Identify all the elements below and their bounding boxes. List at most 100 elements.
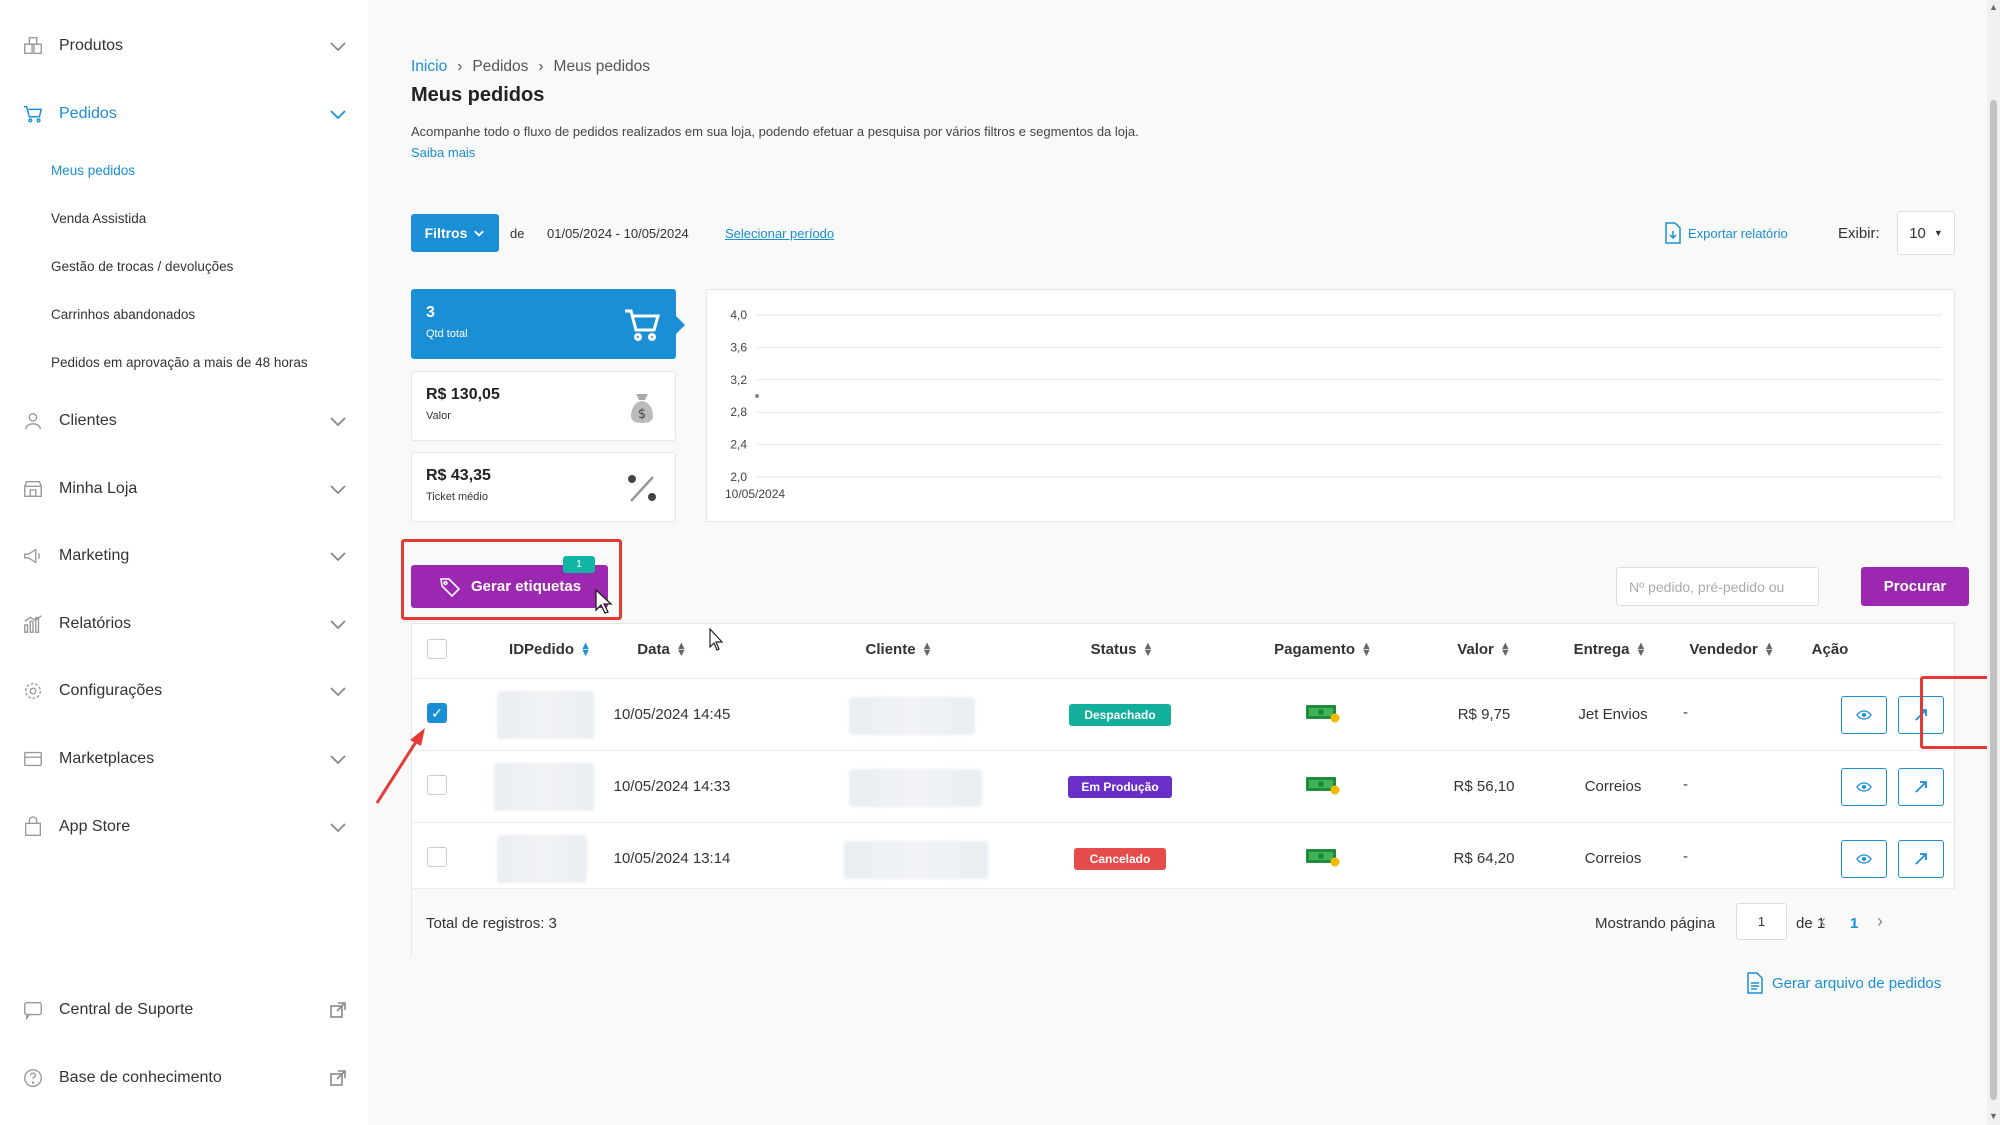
- eye-icon: [1856, 782, 1872, 792]
- breadcrumb-section[interactable]: Pedidos: [472, 58, 528, 76]
- exibir-select[interactable]: 10 ▼: [1897, 211, 1955, 255]
- sidebar-item-minha-loja[interactable]: Minha Loja: [0, 459, 368, 519]
- expand-arrow-icon: [1915, 853, 1927, 865]
- chevron-left-icon[interactable]: ‹: [1820, 911, 1826, 932]
- y-tick-label: 2,4: [730, 438, 747, 452]
- chevron-down-icon: [330, 42, 346, 52]
- vertical-scrollbar[interactable]: ▲ ▼: [1987, 0, 2000, 1125]
- stat-card-qtd[interactable]: 3 Qtd total: [411, 289, 685, 359]
- sort-icon: ▲ ▼: [675, 639, 687, 659]
- scroll-down-icon[interactable]: ▼: [1989, 1111, 1998, 1121]
- stat-value: 3: [426, 304, 435, 321]
- table-row[interactable]: ✓ 10/05/2024 14:45 Despachado R$ 9,75 Je…: [412, 678, 1956, 750]
- orders-chart: 4,0 3,6 3,2 2,8 2,4 2,0 10/05/2024: [706, 289, 1955, 522]
- stat-card-valor[interactable]: R$ 130,05 Valor $: [411, 371, 676, 441]
- exibir-value: 10: [1909, 224, 1926, 242]
- sub-item-carrinhos[interactable]: Carrinhos abandonados: [51, 307, 195, 322]
- breadcrumb-current: Meus pedidos: [553, 58, 651, 75]
- sidebar-item-app-store[interactable]: App Store: [0, 797, 368, 857]
- row-valor: R$ 9,75: [1457, 706, 1511, 723]
- header-entrega[interactable]: Entrega ▲ ▼: [1573, 640, 1647, 658]
- sidebar-item-marketplaces[interactable]: Marketplaces: [0, 729, 368, 789]
- mostrando-label: Mostrando página: [1595, 915, 1716, 932]
- breadcrumb-home[interactable]: Inicio: [411, 58, 447, 76]
- sidebar-item-pedidos[interactable]: Pedidos: [0, 84, 368, 144]
- filtros-button[interactable]: Filtros: [411, 214, 499, 252]
- stat-caption: Ticket médio: [426, 491, 488, 503]
- blurred-id: [497, 835, 587, 883]
- eye-icon: [1856, 710, 1872, 720]
- breadcrumb-separator: ›: [457, 58, 463, 75]
- header-pagamento[interactable]: Pagamento ▲ ▼: [1274, 640, 1372, 658]
- sub-item-aprovacao[interactable]: Pedidos em aprovação a mais de 48 horas: [51, 355, 308, 370]
- sidebar-item-label: Clientes: [59, 412, 117, 429]
- user-icon: [22, 410, 44, 432]
- external-link-icon: [330, 1070, 346, 1086]
- sidebar-item-produtos[interactable]: Produtos: [0, 16, 368, 76]
- row-checkbox[interactable]: [427, 775, 447, 795]
- sub-item-meus-pedidos[interactable]: Meus pedidos: [51, 163, 135, 178]
- table-row[interactable]: 10/05/2024 14:33 Em Produção R$ 56,10 Co…: [412, 750, 1956, 822]
- gerar-arquivo-button[interactable]: Gerar arquivo de pedidos: [1746, 972, 1941, 994]
- chevron-down-icon: [330, 620, 346, 630]
- sidebar-item-configuracoes[interactable]: Configurações: [0, 661, 368, 721]
- view-button[interactable]: [1841, 768, 1887, 806]
- current-page[interactable]: 1: [1850, 915, 1858, 932]
- view-button[interactable]: [1841, 840, 1887, 878]
- expand-arrow-icon: [1915, 781, 1927, 793]
- sidebar-item-label: Central de Suporte: [59, 1001, 194, 1018]
- header-label: Entrega: [1573, 641, 1630, 658]
- search-input[interactable]: Nº pedido, pré-pedido ou: [1616, 567, 1819, 606]
- header-valor[interactable]: Valor ▲ ▼: [1457, 640, 1511, 658]
- header-vendedor[interactable]: Vendedor ▲ ▼: [1689, 639, 1775, 659]
- header-data[interactable]: Data ▲ ▼: [637, 639, 687, 659]
- page-input[interactable]: 1: [1736, 903, 1787, 940]
- header-cliente[interactable]: Cliente ▲ ▼: [866, 639, 933, 659]
- stat-value: R$ 130,05: [426, 386, 500, 403]
- procurar-button[interactable]: Procurar: [1861, 567, 1969, 606]
- scrollbar-thumb[interactable]: [1990, 100, 1997, 1100]
- gerar-arquivo-label: Gerar arquivo de pedidos: [1772, 974, 1942, 992]
- sidebar-item-label: Pedidos: [59, 105, 117, 122]
- sort-icon: ▲ ▼: [921, 639, 933, 659]
- x-tick-label: 10/05/2024: [725, 487, 785, 501]
- chevron-right-icon[interactable]: ›: [1877, 911, 1883, 932]
- money-icon: [1306, 705, 1340, 723]
- chevron-down-icon: [474, 230, 485, 237]
- header-label: IDPedido: [509, 641, 575, 658]
- sidebar-item-marketing[interactable]: Marketing: [0, 526, 368, 586]
- header-status[interactable]: Status ▲ ▼: [1091, 640, 1154, 658]
- header-label: Pagamento: [1274, 641, 1355, 658]
- sidebar-item-central-suporte[interactable]: Central de Suporte: [0, 980, 368, 1040]
- row-checkbox[interactable]: [427, 847, 447, 867]
- stat-card-ticket[interactable]: R$ 43,35 Ticket médio: [411, 452, 676, 522]
- page-title: Meus pedidos: [411, 84, 545, 106]
- table-row[interactable]: 10/05/2024 13:14 Cancelado R$ 64,20 Corr…: [412, 822, 1956, 894]
- header-acao: Ação: [1812, 641, 1849, 658]
- sidebar-item-relatorios[interactable]: Relatórios: [0, 594, 368, 654]
- sort-icon: ▲ ▼: [1763, 639, 1775, 659]
- gear-icon: [22, 680, 44, 702]
- sub-item-trocas[interactable]: Gestão de trocas / devoluções: [51, 259, 233, 274]
- open-button[interactable]: [1898, 768, 1944, 806]
- sidebar-item-clientes[interactable]: Clientes: [0, 391, 368, 451]
- row-checkbox[interactable]: ✓: [427, 703, 447, 723]
- exportar-relatorio-button[interactable]: Exportar relatório: [1664, 222, 1788, 244]
- status-badge: Cancelado: [1074, 848, 1166, 870]
- file-download-icon: [1665, 222, 1681, 244]
- row-entrega: Jet Envios: [1578, 706, 1648, 723]
- sidebar: Produtos Pedidos Meus pedidos Venda Assi…: [0, 0, 368, 1125]
- sub-item-venda-assistida[interactable]: Venda Assistida: [51, 211, 146, 226]
- open-button[interactable]: [1898, 840, 1944, 878]
- selecionar-periodo-link[interactable]: Selecionar período: [725, 226, 834, 241]
- header-idpedido[interactable]: IDPedido ▲ ▼: [509, 640, 591, 658]
- header-label: Vendedor: [1689, 641, 1758, 658]
- view-button[interactable]: [1841, 696, 1887, 734]
- select-all-checkbox[interactable]: [427, 639, 447, 659]
- scroll-up-icon[interactable]: ▲: [1989, 2, 1998, 12]
- row-valor: R$ 64,20: [1453, 850, 1515, 867]
- y-tick-label: 3,6: [730, 340, 747, 354]
- sidebar-item-base-conhecimento[interactable]: Base de conhecimento: [0, 1048, 368, 1108]
- chevron-down-icon: [330, 755, 346, 765]
- saiba-mais-link[interactable]: Saiba mais: [411, 145, 475, 160]
